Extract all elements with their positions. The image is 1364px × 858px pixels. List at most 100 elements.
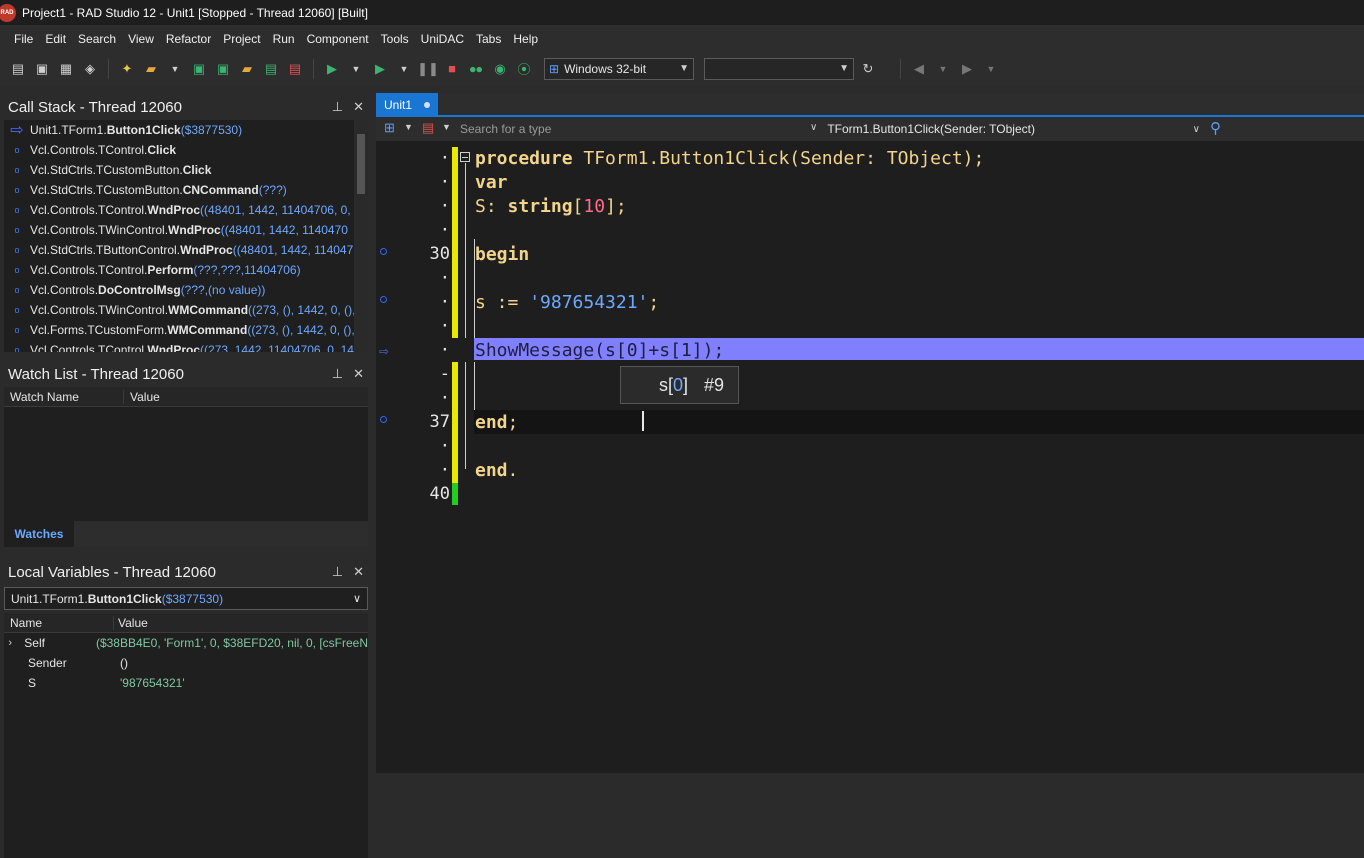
tab-watches[interactable]: Watches	[4, 521, 74, 547]
value-column[interactable]: Value	[114, 616, 148, 630]
remove-file-icon[interactable]: ▦	[56, 59, 76, 79]
step-over-icon[interactable]: ⦁⦁	[466, 59, 486, 79]
pin-icon[interactable]: ⊥	[332, 99, 343, 115]
method-select[interactable]: ∨ TForm1.Button1Click(Sender: TObject) ∨	[810, 119, 1200, 139]
pause-icon[interactable]: ❚❚	[417, 59, 439, 79]
structure-icon[interactable]: ⊞	[384, 120, 395, 136]
menu-bar: File Edit Search View Refactor Project R…	[0, 25, 1364, 52]
current-line: 37 end;	[376, 410, 1364, 434]
new-file-icon[interactable]: ▤	[8, 59, 28, 79]
menu-tabs[interactable]: Tabs	[470, 32, 507, 46]
back-dropdown-icon[interactable]: ▼	[933, 59, 953, 79]
run-without-debug-icon[interactable]: ▶	[370, 59, 390, 79]
back-arrow-icon[interactable]: ◀	[909, 59, 929, 79]
close-icon[interactable]: ✕	[353, 99, 364, 115]
frame-method: Button1Click	[87, 591, 162, 606]
dropdown-arrow-icon[interactable]: ▼	[165, 59, 185, 79]
open-project-icon[interactable]: ▰	[237, 59, 257, 79]
menu-unidac[interactable]: UniDAC	[415, 32, 470, 46]
call-stack-row[interactable]: o Vcl.Controls.TWinControl. WndProc ((4840…	[4, 220, 368, 240]
watch-value-column[interactable]: Value	[124, 390, 160, 404]
code-line: 40	[376, 482, 1364, 506]
platform-select[interactable]: ⊞ Windows 32-bit ▼	[544, 57, 694, 80]
call-stack-row[interactable]: ⇨ Unit1.TForm1. Button1Click ($3877530)	[4, 120, 368, 140]
menu-tools[interactable]: Tools	[375, 32, 415, 46]
type-search-input[interactable]: Search for a type	[460, 122, 551, 136]
menu-edit[interactable]: Edit	[39, 32, 72, 46]
watch-list-body[interactable]	[4, 407, 368, 521]
save-icon[interactable]: ▣	[189, 59, 209, 79]
call-stack-row[interactable]: o Vcl.Controls.TControl. WndProc ((48401, …	[4, 200, 368, 220]
remove-from-project-icon[interactable]: ▤	[285, 59, 305, 79]
frame-dot-icon: o	[14, 245, 20, 255]
call-stack-row[interactable]: o Vcl.Forms.TCustomForm. WMCommand ((273, …	[4, 320, 368, 340]
code-line: ·	[376, 386, 1364, 410]
save-all-icon[interactable]: ▣	[213, 59, 233, 79]
breakpoint-dot-icon[interactable]	[380, 296, 387, 303]
variable-row[interactable]: S '987654321'	[4, 673, 368, 693]
line-number: 37	[429, 412, 450, 432]
configuration-select[interactable]: ▼	[704, 57, 854, 80]
menu-help[interactable]: Help	[507, 32, 544, 46]
forward-arrow-icon[interactable]: ▶	[957, 59, 977, 79]
refresh-icon[interactable]: ↻	[858, 59, 878, 79]
breakpoint-dot-icon[interactable]	[380, 416, 387, 423]
deploy-icon[interactable]: ◈	[80, 59, 100, 79]
variable-row[interactable]: Sender ()	[4, 653, 368, 673]
run-to-cursor-icon[interactable]: ⦿	[514, 59, 534, 79]
chevron-down-icon[interactable]: ▼	[404, 122, 413, 132]
call-stack-row[interactable]: o Vcl.StdCtrls.TButtonControl. WndProc ((4…	[4, 240, 368, 260]
call-stack-list[interactable]: ⇨ Unit1.TForm1. Button1Click ($3877530) o …	[4, 120, 368, 352]
trace-into-icon[interactable]: ◉	[490, 59, 510, 79]
watch-name-column[interactable]: Watch Name	[4, 389, 124, 404]
run-icon[interactable]: ▶	[322, 59, 342, 79]
call-stack-row[interactable]: o Vcl.Controls.TWinControl. WMCommand ((27…	[4, 300, 368, 320]
menu-search[interactable]: Search	[72, 32, 122, 46]
stop-icon[interactable]: ■	[442, 59, 462, 79]
menu-file[interactable]: File	[8, 32, 39, 46]
forward-dropdown-icon[interactable]: ▼	[981, 59, 1001, 79]
code-editor[interactable]: · procedure TForm1.Button1Click(Sender: …	[376, 141, 1364, 773]
chevron-down-icon[interactable]: ▼	[442, 122, 451, 132]
open-folder-icon[interactable]: ▰	[141, 59, 161, 79]
class-icon[interactable]: ▤	[422, 120, 434, 136]
line-number: 30	[429, 244, 450, 264]
menu-refactor[interactable]: Refactor	[160, 32, 217, 46]
expand-icon[interactable]: ›	[4, 637, 16, 649]
call-stack-row[interactable]: o Vcl.Controls.TControl. Click	[4, 140, 368, 160]
pin-icon[interactable]: ⊥	[332, 366, 343, 382]
tab-unit1[interactable]: Unit1	[376, 93, 438, 117]
run-dropdown-icon[interactable]: ▼	[346, 59, 366, 79]
close-icon[interactable]: ✕	[353, 564, 364, 580]
new-icon[interactable]: ✦	[117, 59, 137, 79]
close-icon[interactable]: ✕	[353, 366, 364, 382]
frame-args: (???,(no value))	[180, 283, 266, 297]
name-column[interactable]: Name	[4, 615, 114, 630]
search-icon[interactable]: ⚲	[1210, 119, 1221, 137]
call-stack-scrollbar[interactable]	[354, 120, 368, 352]
run-dropdown-2-icon[interactable]: ▼	[394, 59, 414, 79]
menu-project[interactable]: Project	[217, 32, 266, 46]
window-title: Project1 - RAD Studio 12 - Unit1 [Stoppe…	[22, 5, 368, 20]
add-to-project-icon[interactable]: ▤	[261, 59, 281, 79]
local-variables-list[interactable]: › Self ($38BB4E0, 'Form1', 0, $38EFD20, …	[4, 633, 368, 858]
editor-navigation-bar: ⊞ ▼ ▤ ▼ Search for a type ∨ TForm1.Button…	[376, 117, 1364, 141]
new-items-icon[interactable]: ▣	[32, 59, 52, 79]
modified-dot-icon	[424, 102, 431, 108]
variable-row[interactable]: › Self ($38BB4E0, 'Form1', 0, $38EFD20, …	[4, 633, 368, 653]
menu-view[interactable]: View	[122, 32, 160, 46]
pin-icon[interactable]: ⊥	[332, 564, 343, 580]
code-line: -	[376, 362, 1364, 386]
menu-component[interactable]: Component	[301, 32, 375, 46]
call-stack-row[interactable]: o Vcl.Controls. DoControlMsg (???,(no valu…	[4, 280, 368, 300]
line-number: ·	[439, 316, 450, 336]
call-stack-row[interactable]: o Vcl.Controls.TControl. Perform (???,???,…	[4, 260, 368, 280]
call-stack-row[interactable]: o Vcl.StdCtrls.TCustomButton. CNCommand (?…	[4, 180, 368, 200]
menu-run[interactable]: Run	[267, 32, 301, 46]
tooltip-expression: s[0]	[659, 374, 689, 395]
call-stack-row[interactable]: o Vcl.Controls.TControl. WndProc ((273, 14…	[4, 340, 368, 352]
call-stack-row[interactable]: o Vcl.StdCtrls.TCustomButton. Click	[4, 160, 368, 180]
stack-frame-select[interactable]: Unit1.TForm1.Button1Click($3877530) ∨	[4, 587, 368, 610]
scrollbar-thumb[interactable]	[357, 134, 365, 194]
breakpoint-dot-icon[interactable]	[380, 248, 387, 255]
